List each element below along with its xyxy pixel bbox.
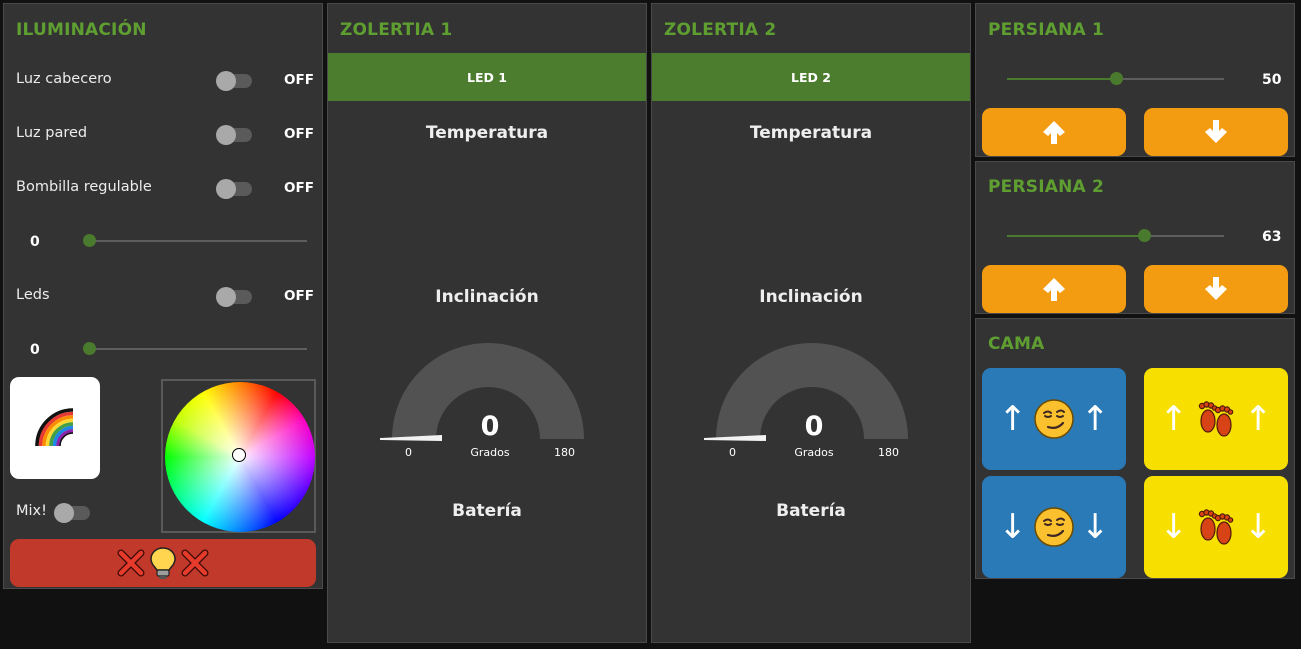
gauge-max: 180 (878, 446, 899, 459)
toggle-bombilla[interactable] (216, 179, 252, 199)
persiana1-up-button[interactable] (982, 108, 1126, 156)
switch-label-bombilla: Bombilla regulable (16, 179, 152, 195)
arrow-down-icon (1205, 120, 1227, 143)
inclination-title: Inclinación (435, 287, 539, 307)
state-luz-pared: OFF (284, 126, 314, 142)
cross-mark-icon (181, 549, 209, 577)
toggle-knob (216, 71, 236, 91)
persiana1-down-button[interactable] (1144, 108, 1288, 156)
cama-head-up-button[interactable]: ↑ ↑ (982, 368, 1126, 470)
toggle-knob (54, 503, 74, 523)
persiana2-slider-fill (1007, 235, 1144, 237)
color-wheel[interactable] (165, 382, 315, 532)
toggle-knob (216, 125, 236, 145)
switch-label-leds: Leds (16, 287, 50, 303)
cama-panel: CAMA ↑ ↑ ↑ ↑ ↓ ↓ ↓ ↓ (975, 318, 1295, 579)
switch-label-luz-cabecero: Luz cabecero (16, 71, 112, 87)
arrow-up-text: ↑ (1159, 399, 1189, 439)
leds-level-value: 0 (30, 342, 40, 358)
leds-slider[interactable] (89, 348, 307, 350)
battery-title: Batería (452, 501, 522, 521)
toggle-luz-cabecero[interactable] (216, 71, 252, 91)
zolertia1-panel: ZOLERTIA 1 LED 1 Temperatura Inclinación… (327, 3, 647, 643)
toggle-luz-pared[interactable] (216, 125, 252, 145)
temperature-title: Temperatura (425, 123, 549, 143)
arrow-down-text: ↓ (1159, 507, 1189, 547)
state-leds: OFF (284, 288, 314, 304)
led2-button[interactable]: LED 2 (652, 53, 970, 101)
color-wheel-cursor[interactable] (232, 448, 246, 462)
state-luz-cabecero: OFF (284, 72, 314, 88)
arrow-up-text: ↑ (1244, 399, 1273, 439)
panel-title: ILUMINACIÓN (16, 20, 147, 40)
bombilla-slider-handle[interactable] (83, 234, 96, 247)
bombilla-slider[interactable] (89, 240, 307, 242)
persiana1-slider-handle[interactable] (1110, 72, 1123, 85)
toggle-mix[interactable] (54, 503, 90, 523)
inclination-gauge: 0 Grados 0 180 (380, 339, 600, 464)
arrow-up-text: ↑ (998, 399, 1028, 439)
toggle-leds[interactable] (216, 287, 252, 307)
persiana1-panel: PERSIANA 1 50 (975, 3, 1295, 157)
toggle-knob (216, 287, 236, 307)
inclination-title: Inclinación (759, 287, 863, 307)
cama-feet-down-button[interactable]: ↓ ↓ (1144, 476, 1288, 578)
arrow-up-text: ↑ (1081, 399, 1110, 439)
arrow-down-text: ↓ (1244, 507, 1273, 547)
led1-button[interactable]: LED 1 (328, 53, 646, 101)
persiana2-value: 63 (1262, 229, 1282, 245)
panel-title: ZOLERTIA 2 (664, 20, 777, 40)
gauge-min: 0 (405, 446, 412, 459)
arrow-down-icon (1205, 277, 1227, 300)
persiana2-panel: PERSIANA 2 63 (975, 161, 1295, 314)
iluminacion-panel: ILUMINACIÓN Luz cabecero OFF Luz pared O… (3, 3, 323, 589)
panel-title: CAMA (988, 334, 1045, 354)
color-picker (161, 379, 316, 533)
smirking-face-icon (1034, 399, 1074, 439)
panel-title: PERSIANA 1 (988, 20, 1105, 40)
inclination-gauge: 0 Grados 0 180 (704, 339, 924, 464)
rainbow-button[interactable] (10, 377, 100, 479)
gauge-value: 0 (804, 411, 824, 442)
persiana2-up-button[interactable] (982, 265, 1126, 313)
mix-label: Mix! (16, 503, 47, 519)
arrow-up-icon (1043, 278, 1065, 301)
footprints-icon (1198, 401, 1234, 437)
arrow-up-icon (1043, 121, 1065, 144)
state-bombilla: OFF (284, 180, 314, 196)
battery-title: Batería (776, 501, 846, 521)
smirking-face-icon (1034, 507, 1074, 547)
bombilla-level-value: 0 (30, 234, 40, 250)
temperature-title: Temperatura (749, 123, 873, 143)
gauge-min: 0 (729, 446, 736, 459)
persiana2-slider-handle[interactable] (1138, 229, 1151, 242)
persiana1-value: 50 (1262, 72, 1282, 88)
all-lights-off-button[interactable] (10, 539, 316, 587)
footprints-icon (1198, 509, 1234, 545)
panel-title: ZOLERTIA 1 (340, 20, 453, 40)
leds-slider-handle[interactable] (83, 342, 96, 355)
cross-mark-icon (117, 549, 145, 577)
rainbow-icon (35, 408, 74, 447)
persiana2-down-button[interactable] (1144, 265, 1288, 313)
switch-label-luz-pared: Luz pared (16, 125, 88, 141)
toggle-knob (216, 179, 236, 199)
cama-head-down-button[interactable]: ↓ ↓ (982, 476, 1126, 578)
gauge-max: 180 (554, 446, 575, 459)
persiana1-slider-fill (1007, 78, 1116, 80)
gauge-value: 0 (480, 411, 500, 442)
arrow-down-text: ↓ (1081, 507, 1110, 547)
light-bulb-icon (150, 547, 176, 579)
arrow-down-text: ↓ (998, 507, 1028, 547)
panel-title: PERSIANA 2 (988, 177, 1105, 197)
cama-feet-up-button[interactable]: ↑ ↑ (1144, 368, 1288, 470)
zolertia2-panel: ZOLERTIA 2 LED 2 Temperatura Inclinación… (651, 3, 971, 643)
